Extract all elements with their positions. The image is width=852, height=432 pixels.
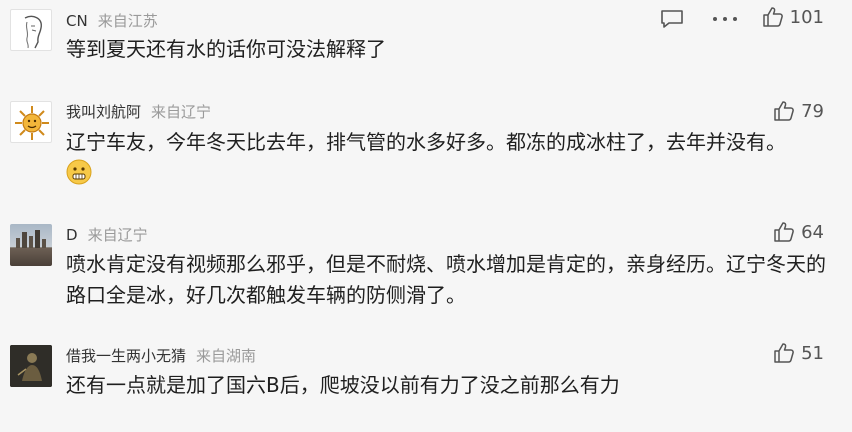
- username[interactable]: CN: [66, 12, 88, 30]
- comment-meta: 我叫刘航阿 来自辽宁: [66, 101, 211, 122]
- more-icon[interactable]: [712, 16, 738, 22]
- thumbs-up-icon: [762, 7, 783, 27]
- like-count: 51: [801, 342, 824, 364]
- like-button[interactable]: 51: [773, 342, 824, 364]
- comment-meta: 借我一生两小无猜 来自湖南: [66, 345, 256, 366]
- like-button[interactable]: 101: [762, 6, 824, 28]
- avatar[interactable]: [10, 345, 52, 387]
- username[interactable]: 借我一生两小无猜: [66, 347, 186, 365]
- username[interactable]: D: [66, 226, 78, 244]
- location: 来自湖南: [196, 347, 257, 365]
- thumbs-up-icon: [774, 222, 794, 242]
- reply-icon[interactable]: [660, 9, 684, 29]
- like-count: 101: [789, 6, 824, 28]
- comment-meta: CN 来自江苏: [66, 10, 158, 31]
- comment-item: CN 来自江苏 等到夏天还有水的话你可没法解释了 101: [0, 0, 852, 80]
- like-count: 79: [801, 100, 824, 122]
- comment-text: 喷水肯定没有视频那么邪乎，但是不耐烧、喷水增加是肯定的，亲身经历。辽宁冬天的路口…: [66, 252, 826, 307]
- like-button[interactable]: 64: [773, 221, 824, 243]
- thumbs-up-icon: [774, 101, 794, 121]
- comment-text: 辽宁车友，今年冬天比去年，排气管的水多好多。都冻的成冰柱了，去年并没有。: [66, 130, 786, 154]
- location: 来自江苏: [97, 12, 158, 30]
- avatar[interactable]: [10, 9, 52, 51]
- comment-text: 还有一点就是加了国六B后，爬坡没以前有力了没之前那么有力: [66, 373, 620, 397]
- location: 来自辽宁: [87, 226, 148, 244]
- avatar[interactable]: [10, 101, 52, 143]
- comment-item: 借我一生两小无猜 来自湖南 还有一点就是加了国六B后，爬坡没以前有力了没之前那么有…: [0, 338, 852, 432]
- smiley-emoji-icon: [66, 159, 92, 185]
- username[interactable]: 我叫刘航阿: [66, 103, 141, 121]
- location: 来自辽宁: [151, 103, 212, 121]
- comment-meta: D 来自辽宁: [66, 224, 148, 245]
- thumbs-up-icon: [774, 343, 794, 363]
- comment-item: 我叫刘航阿 来自辽宁 辽宁车友，今年冬天比去年，排气管的水多好多。都冻的成冰柱了，…: [0, 95, 852, 205]
- comment-text: 等到夏天还有水的话你可没法解释了: [66, 37, 386, 61]
- like-count: 64: [801, 221, 824, 243]
- avatar[interactable]: [10, 224, 52, 266]
- comment-item: D 来自辽宁 喷水肯定没有视频那么邪乎，但是不耐烧、喷水增加是肯定的，亲身经历。辽…: [0, 218, 852, 328]
- like-button[interactable]: 79: [773, 100, 824, 122]
